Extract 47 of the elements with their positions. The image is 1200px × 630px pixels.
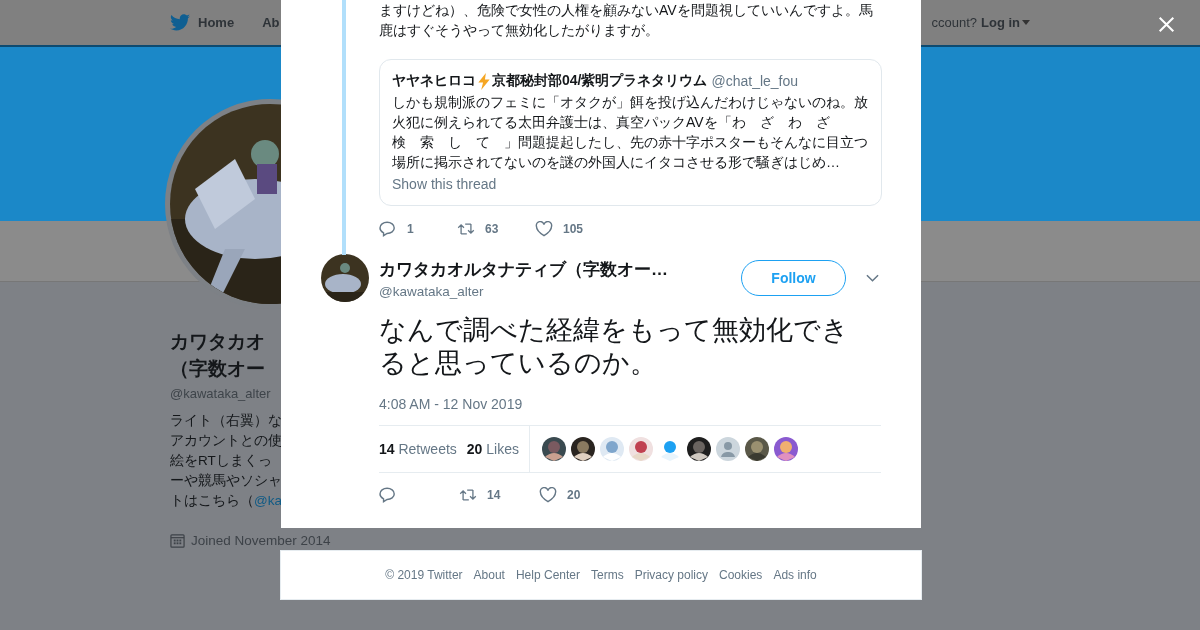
retweet-icon[interactable] [459, 487, 477, 503]
tweet-text: ますけどね）、危険で女性の人権を顧みないAVを問題視していいんですよ。馬鹿はすぐそうやって無効化したがりますが。 [379, 1, 874, 40]
close-icon[interactable] [1158, 16, 1175, 33]
action-count: 20 [567, 488, 581, 502]
footer-link[interactable]: Privacy policy [634, 568, 708, 582]
retweet-icon[interactable] [457, 221, 475, 237]
heart-icon[interactable] [539, 487, 557, 503]
action-count: 63 [485, 222, 499, 236]
quoted-text-line: しかも規制派のフェミに「オタクが」餌を投げ込んだわけじゃないのね。放 [392, 93, 868, 112]
calendar-icon [170, 533, 185, 548]
footer-link[interactable]: © 2019 Twitter [385, 568, 463, 582]
chevron-down-icon[interactable] [866, 274, 879, 282]
quoted-text-line: 火犯に例えられてる太田弁護士は、真空パックAVを「わ ざ わ ざ [392, 113, 830, 132]
reply-icon[interactable] [379, 221, 397, 237]
action-count: 105 [563, 222, 584, 236]
lightning-icon [478, 72, 490, 90]
quoted-author-name: ヤヤネヒロコ 京都秘封部04/紫明プラネタリウム [392, 72, 708, 90]
account-prompt: ccount? [931, 15, 977, 30]
nav-link[interactable]: Home [198, 15, 235, 30]
action-count: 14 [487, 488, 501, 502]
footer-link[interactable]: Terms [591, 568, 624, 582]
footer-link[interactable]: About [473, 568, 505, 582]
author-name[interactable]: カワタカオルタナティブ（字数オー… [379, 257, 741, 281]
stat-count[interactable]: 20 Likes [466, 441, 519, 457]
caret-icon [1022, 20, 1030, 25]
footer-link[interactable]: Help Center [515, 568, 580, 582]
tweet-text: なんで調べた経緯をもって無効化できると思っているのか。 [379, 314, 850, 380]
quoted-text-line: 場所に掲示されてないのを謎の外国人にイタコさせる形で騒ぎはじめ… [392, 153, 840, 172]
profile-name: カワタカオ （字数オー [170, 330, 266, 381]
quoted-author-handle: @chat_le_fou [711, 73, 799, 89]
heart-icon[interactable] [535, 221, 553, 237]
follow-button[interactable]: Follow [741, 260, 846, 296]
show-thread-link[interactable]: Show this thread [392, 176, 497, 192]
nav-link[interactable]: Ab [262, 15, 280, 30]
author-handle[interactable]: @kawataka_alter [379, 283, 741, 299]
footer-link[interactable]: Ads info [773, 568, 817, 582]
profile-handle: @kawataka_alter [170, 386, 272, 401]
quoted-text-line: 検 索 し て 」問題提起したし、先の赤十字ポスターもそんなに目立つ [392, 133, 868, 152]
default-avatar-icon [716, 437, 740, 461]
tweet-timestamp[interactable]: 4:08 AM - 12 Nov 2019 [379, 396, 881, 412]
login-link[interactable]: Log in [981, 15, 1030, 30]
stat-count[interactable]: 14 Retweets [379, 441, 457, 457]
footer-link[interactable]: Cookies [719, 568, 763, 582]
reply-icon[interactable] [379, 487, 397, 503]
quoted-tweet[interactable]: ヤヤネヒロコ 京都秘封部04/紫明プラネタリウム @chat_le_fou しかも規制派のフェミに「オタクが」餌を投げ込んだわけじゃないのね。放 火犯に例えられてる太田弁護士は、真空パックAVを「わ ざ わ ざ 検 索 し て 」問題提起したし、先の赤十字ポスターもそんなに目立つ 場所に掲示されてないのを謎の外国人にイタコさせる形で騒ぎはじめ… Show this thread [379, 59, 882, 206]
action-count: 1 [407, 222, 414, 236]
joined-date: Joined November 2014 [191, 533, 331, 548]
